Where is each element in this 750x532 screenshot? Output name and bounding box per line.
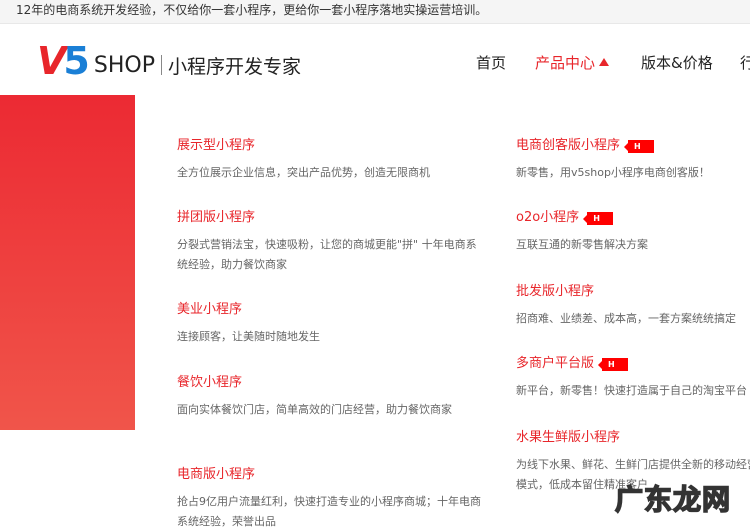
product-desc: 新零售，用v5shop小程序电商创客版！ (516, 166, 710, 179)
nav-products[interactable]: 产品中心 (535, 52, 610, 73)
product-title[interactable]: 多商户平台版 H (516, 355, 750, 373)
product-desc: 面向实体餐饮门店，简单高效的门店经营，助力餐饮商家 (177, 403, 452, 416)
product-title-text: 水果生鲜版小程序 (516, 430, 621, 445)
product-desc: 新平台，新零售！快速打造属于自己的淘宝平台 (516, 384, 747, 397)
logo-shop: SHOP (93, 52, 155, 78)
nav-products-label: 产品中心 (535, 54, 596, 72)
product-item[interactable]: 餐饮小程序面向实体餐饮门店，简单高效的门店经营，助力餐饮商家 (177, 374, 482, 420)
product-item[interactable]: 拼团版小程序分裂式营销法宝，快速吸粉，让您的商城更能"拼" 十年电商系统经验，助… (177, 209, 482, 275)
nav-industry[interactable]: 行 (740, 52, 750, 73)
product-title-text: 电商创客版小程序 (516, 138, 621, 153)
product-desc: 招商难、业绩差、成本高，一套方案统统搞定 (516, 312, 736, 325)
product-title[interactable]: 展示型小程序 (177, 137, 482, 155)
top-announcement-bar: 12年的电商系统开发经验，不仅给你一套小程序，更给你一套小程序落地实操运营培训。 (0, 0, 750, 24)
product-title[interactable]: 拼团版小程序 (177, 209, 482, 227)
hot-badge: H (624, 139, 655, 153)
product-title[interactable]: 美业小程序 (177, 301, 482, 319)
hot-badge: H (583, 211, 614, 225)
product-title[interactable]: 餐饮小程序 (177, 374, 482, 392)
product-desc: 互联互通的新零售解决方案 (516, 238, 648, 251)
product-title[interactable]: 水果生鲜版小程序 (516, 429, 750, 447)
site-header: V 5 SHOP 小程序开发专家 首页 产品中心 版本&价格 行 (0, 24, 750, 95)
product-title-text: o2o小程序 (516, 210, 580, 225)
logo-5: 5 (63, 39, 90, 83)
product-title[interactable]: 批发版小程序 (516, 283, 750, 301)
logo-divider (160, 55, 162, 75)
logo-v: V (37, 39, 66, 83)
product-item[interactable]: 多商户平台版 H 新平台，新零售！快速打造属于自己的淘宝平台 (516, 355, 750, 401)
product-title-text: 多商户平台版 (516, 356, 595, 371)
product-item[interactable]: 美业小程序连接顾客，让美随时随地发生 (177, 301, 482, 347)
product-item[interactable]: 展示型小程序全方位展示企业信息，突出产品优势，创造无限商机 (177, 137, 482, 183)
watermark: 广东龙网 (614, 482, 732, 517)
product-item[interactable]: 电商版小程序抢占9亿用户流量红利，快速打造专业的小程序商城；十年电商系统经验，荣… (177, 466, 482, 532)
product-title[interactable]: 电商版小程序 (177, 466, 482, 484)
logo-slogan: 小程序开发专家 (167, 55, 301, 78)
dropdown-side-panel (0, 95, 135, 430)
product-title[interactable]: 电商创客版小程序 H (516, 137, 750, 155)
product-desc: 连接顾客，让美随时随地发生 (177, 330, 320, 343)
product-item[interactable]: o2o小程序 H 互联互通的新零售解决方案 (516, 209, 750, 255)
nav-home[interactable]: 首页 (476, 52, 506, 73)
product-desc: 抢占9亿用户流量红利，快速打造专业的小程序商城；十年电商系统经验，荣誉出品 (177, 495, 481, 528)
product-desc: 分裂式营销法宝，快速吸粉，让您的商城更能"拼" 十年电商系统经验，助力餐饮商家 (177, 238, 477, 271)
product-title-text: 批发版小程序 (516, 284, 595, 299)
caret-up-icon (599, 58, 610, 66)
announcement-text: 12年的电商系统开发经验，不仅给你一套小程序，更给你一套小程序落地实操运营培训。 (16, 3, 488, 17)
product-title[interactable]: o2o小程序 H (516, 209, 750, 227)
site-logo[interactable]: V 5 SHOP 小程序开发专家 (37, 39, 301, 83)
product-item[interactable]: 电商创客版小程序 H 新零售，用v5shop小程序电商创客版！ (516, 137, 750, 183)
product-desc: 全方位展示企业信息，突出产品优势，创造无限商机 (177, 166, 430, 179)
product-item[interactable]: 批发版小程序招商难、业绩差、成本高，一套方案统统搞定 (516, 283, 750, 329)
nav-pricing[interactable]: 版本&价格 (641, 52, 713, 73)
hot-badge: H (598, 357, 629, 371)
